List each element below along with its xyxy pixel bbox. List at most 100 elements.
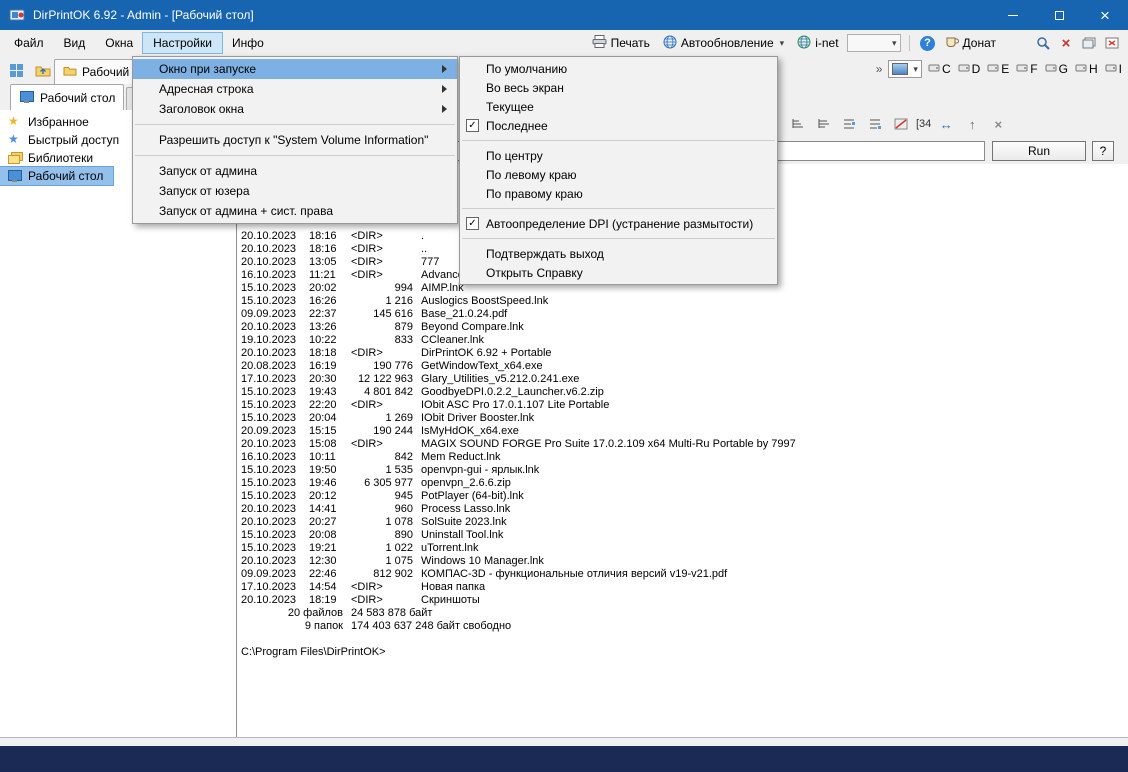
tree-item-label: Библиотеки xyxy=(28,151,94,165)
submenu-item[interactable]: ✓ По умолчанию xyxy=(460,59,777,78)
menu-item[interactable]: ✓ Запуск от админа + сист. права xyxy=(133,201,457,221)
drive-button[interactable]: F xyxy=(1016,62,1038,76)
tree-expand-icon[interactable] xyxy=(838,113,860,135)
drive-icon xyxy=(928,62,940,76)
menubar-item[interactable]: Вид xyxy=(54,33,96,53)
submenu-item[interactable]: ✓ Последнее xyxy=(460,116,777,135)
menubar-item[interactable]: Файл xyxy=(4,33,54,53)
menubar-item[interactable]: Окна xyxy=(95,33,143,53)
drive-button[interactable]: I xyxy=(1105,62,1122,76)
tree-item[interactable]: Рабочий стол xyxy=(0,166,115,186)
minimize-icon xyxy=(1008,14,1018,16)
maximize-button[interactable] xyxy=(1036,0,1082,30)
file-size: 190 244 xyxy=(373,425,413,437)
submenu-item: ✓ xyxy=(462,208,775,209)
drive-icon xyxy=(1016,62,1028,76)
file-date: 15.10.2023 xyxy=(241,477,297,489)
up-folder-button[interactable] xyxy=(31,58,55,82)
menu-item[interactable]: ✓ Запуск от админа xyxy=(133,161,457,181)
submenu-item[interactable]: ✓ Подтверждать выход xyxy=(460,244,777,263)
inet-select[interactable]: ▾ xyxy=(846,34,901,52)
file-size: 1 269 xyxy=(385,412,413,424)
drive-button[interactable]: H xyxy=(1075,62,1098,76)
listing-row: 09.09.2023 22:46 812 902 КОМПАС-3D - фун… xyxy=(241,568,1128,581)
print-button[interactable]: Печать xyxy=(587,33,655,53)
menubar-item[interactable]: Инфо xyxy=(222,33,274,53)
menu-item[interactable]: ✓ Адресная строка xyxy=(133,79,457,99)
tree-item[interactable]: Избранное xyxy=(0,113,99,131)
menu-item[interactable]: ✓ Разрешить доступ к "System Volume Info… xyxy=(133,130,457,150)
drive-button[interactable]: C xyxy=(928,62,951,76)
remove-icon[interactable]: × xyxy=(987,113,1009,135)
tree-level-2-icon[interactable] xyxy=(812,113,834,135)
tree-item[interactable]: Библиотеки xyxy=(0,149,103,167)
listing-row: 15.10.2023 22:20 <DIR> IObit ASC Pro 17.… xyxy=(241,399,1128,412)
inet-button[interactable]: i-net xyxy=(792,33,843,54)
file-date: 17.10.2023 xyxy=(241,373,297,385)
file-time: 20:04 xyxy=(309,412,337,424)
menubar-item[interactable]: Настройки xyxy=(142,32,223,54)
summary-row: 20 файлов 24 583 878 байт xyxy=(241,607,1128,620)
submenu-item[interactable]: ✓ Во весь экран xyxy=(460,78,777,97)
submenu-item-label: Текущее xyxy=(486,99,534,114)
tree-item-label: Рабочий стол xyxy=(28,169,104,183)
drive-button[interactable]: G xyxy=(1045,62,1068,76)
exclude-icon[interactable] xyxy=(890,113,912,135)
file-name: Process Lasso.lnk xyxy=(421,503,511,515)
help-button[interactable]: ? xyxy=(1092,141,1114,161)
check-icon: ✓ xyxy=(466,119,479,132)
submenu-item[interactable]: ✓ Текущее xyxy=(460,97,777,116)
close-button[interactable] xyxy=(1082,0,1128,30)
menu-item[interactable]: ✓ Заголовок окна xyxy=(133,99,457,119)
globe-icon xyxy=(663,35,677,52)
color-picker-button[interactable]: ▾ xyxy=(888,60,922,78)
window-title: DirPrintOK 6.92 - Admin - [Рабочий стол] xyxy=(33,8,254,22)
submenu-item[interactable]: ✓ По левому краю xyxy=(460,165,777,184)
desktop-icon xyxy=(19,91,35,104)
submenu-item[interactable]: ✓ По правому краю xyxy=(460,184,777,203)
search-icon[interactable] xyxy=(1033,33,1053,53)
minimize-button[interactable] xyxy=(990,0,1036,30)
file-time: 22:46 xyxy=(309,568,337,580)
grid-view-button[interactable] xyxy=(4,58,28,82)
printer-icon xyxy=(592,35,607,51)
submenu-item[interactable]: ✓ Автоопределение DPI (устранение размыт… xyxy=(460,214,777,233)
maximize-icon xyxy=(1054,10,1064,20)
donate-button[interactable]: Донат xyxy=(941,34,1001,53)
overflow-chevron-icon[interactable]: » xyxy=(876,62,883,76)
help-icon[interactable] xyxy=(918,33,938,53)
sidebar-tab[interactable]: Рабочий стол xyxy=(10,84,125,110)
file-size: 842 xyxy=(394,451,413,463)
drive-button[interactable]: D xyxy=(958,62,980,76)
listing-row: 15.10.2023 19:46 6 305 977 openvpn_2.6.6… xyxy=(241,477,1128,490)
close-window-icon[interactable] xyxy=(1102,33,1122,53)
file-time: 14:41 xyxy=(309,503,337,515)
tree-level-1-icon[interactable] xyxy=(786,113,808,135)
run-button[interactable]: Run xyxy=(992,141,1086,161)
submenu-item[interactable]: ✓ Открыть Справку xyxy=(460,263,777,282)
menu-item-label: Запуск от юзера xyxy=(159,184,250,198)
globe-icon xyxy=(797,35,811,52)
file-size: 1 078 xyxy=(385,516,413,528)
file-name: MAGIX SOUND FORGE Pro Suite 17.0.2.109 x… xyxy=(421,438,796,450)
file-time: 20:02 xyxy=(309,282,337,294)
file-date: 15.10.2023 xyxy=(241,542,297,554)
windows-icon[interactable] xyxy=(1079,33,1099,53)
menu-item[interactable]: ✓ Запуск от юзера xyxy=(133,181,457,201)
drive-button[interactable]: E xyxy=(987,62,1009,76)
file-time: 16:26 xyxy=(309,295,337,307)
workspace-tab[interactable]: Рабочий xyxy=(54,59,143,84)
menu-item-label: Разрешить доступ к "System Volume Inform… xyxy=(159,133,429,147)
folder-icon xyxy=(63,65,77,79)
tree-item[interactable]: Быстрый доступ xyxy=(0,131,129,149)
up-arrow-icon[interactable]: ↑ xyxy=(961,113,983,135)
file-name: GetWindowText_x64.exe xyxy=(421,360,543,372)
swap-arrows-icon[interactable]: ↔ xyxy=(935,113,957,135)
clear-icon[interactable] xyxy=(1056,33,1076,53)
tree-collapse-icon[interactable] xyxy=(864,113,886,135)
autoupdate-button[interactable]: Автообновление ▾ xyxy=(658,33,789,54)
drive-letter: G xyxy=(1058,62,1068,76)
file-time: 15:15 xyxy=(309,425,337,437)
submenu-item[interactable]: ✓ По центру xyxy=(460,146,777,165)
menu-item[interactable]: ✓ Окно при запуске xyxy=(133,59,457,79)
